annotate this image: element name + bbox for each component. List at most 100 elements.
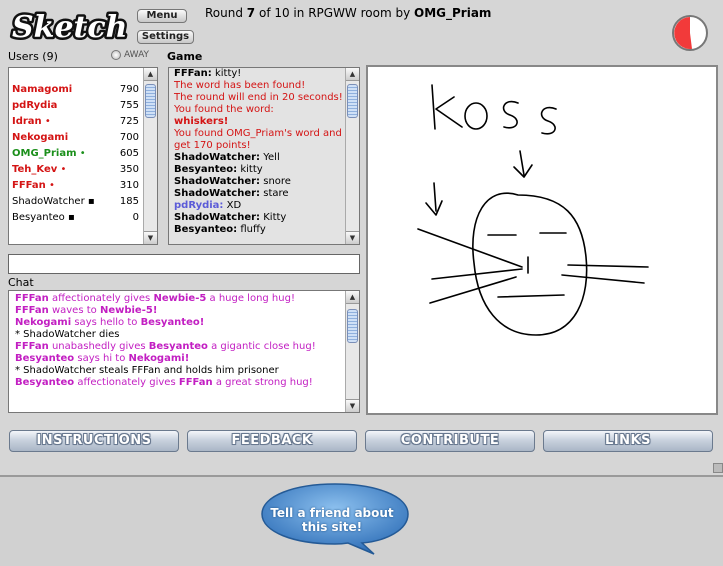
user-score: 700 — [119, 132, 139, 143]
chat-scrollbar[interactable]: ▲ ▼ — [345, 291, 359, 412]
chat-text: a great strong hug! — [212, 377, 313, 388]
chat-text: a huge long hug! — [206, 293, 295, 304]
message-nick: ShadoWatcher: — [174, 152, 261, 163]
message-text: kitty! — [211, 68, 242, 79]
chat-nick: Newbie-5! — [99, 305, 158, 316]
tell-a-friend-link[interactable]: Tell a friend about this site! — [264, 506, 400, 534]
users-list: Namagomi 790 pdRydia 755 Idran • 725 Nekogami 7… — [8, 67, 158, 245]
game-messages: FFFan: kitty! The word has been found! The… — [174, 68, 343, 236]
user-name: pdRydia — [12, 100, 58, 111]
chat-text: * ShadoWatcher steals FFFan and holds hi… — [15, 365, 279, 376]
drawn-stroke — [425, 200, 443, 216]
menu-button[interactable]: Menu — [137, 9, 187, 23]
drawn-stroke — [540, 106, 557, 135]
user-name: Idran — [12, 116, 42, 127]
message-text: You found the word: — [174, 104, 274, 115]
chat-text: says hi to — [74, 353, 129, 364]
scroll-down-icon[interactable]: ▼ — [346, 399, 359, 412]
drawn-stroke — [464, 102, 488, 130]
logo-text-fill: Sketch — [12, 10, 127, 45]
message-nick: Besyanteo: — [174, 164, 238, 175]
user-name: Nekogami — [12, 132, 69, 143]
user-row[interactable]: Nekogami 700 — [12, 130, 139, 146]
chat-message: * ShadoWatcher dies — [15, 329, 343, 341]
page-scroll-handle[interactable] — [713, 463, 723, 473]
game-label: Game — [167, 50, 203, 63]
users-scrollbar[interactable]: ▲ ▼ — [143, 68, 157, 244]
drawn-stroke — [433, 182, 437, 212]
message-text: snore — [260, 176, 291, 187]
message-nick: pdRydia: — [174, 200, 224, 211]
feedback-button[interactable]: FEEDBACK — [187, 430, 357, 452]
drawn-stroke — [561, 274, 645, 284]
user-row[interactable]: Namagomi 790 — [12, 82, 139, 98]
user-status-marker: • — [76, 148, 86, 159]
user-score: 185 — [119, 196, 139, 207]
users-label: Users (9) — [8, 50, 58, 63]
game-message: Besyanteo: kitty — [174, 164, 343, 176]
settings-button[interactable]: Settings — [137, 30, 194, 44]
message-text: whiskers! — [174, 116, 229, 127]
drawn-stroke — [472, 192, 588, 336]
drawn-stroke — [431, 84, 436, 130]
user-row[interactable]: FFFan • 310 — [12, 178, 139, 194]
message-nick: FFFan: — [174, 68, 212, 79]
contribute-button[interactable]: CONTRIBUTE — [365, 430, 535, 452]
chat-text: says hello to — [71, 317, 141, 328]
game-scrollbar[interactable]: ▲ ▼ — [345, 68, 359, 244]
scroll-thumb[interactable] — [347, 309, 358, 343]
links-button[interactable]: LINKS — [543, 430, 713, 452]
chat-text: a gigantic close hug! — [207, 341, 316, 352]
instructions-button[interactable]: INSTRUCTIONS — [9, 430, 179, 452]
away-radio-icon[interactable] — [111, 50, 121, 60]
message-text: Kitty — [260, 212, 287, 223]
scroll-thumb[interactable] — [347, 84, 358, 118]
user-row[interactable]: Besyanteo ▪ 0 — [12, 210, 139, 226]
scroll-thumb[interactable] — [145, 84, 156, 118]
scroll-up-icon[interactable]: ▲ — [144, 68, 157, 81]
round-prefix: Round — [205, 6, 247, 20]
game-message: pdRydia: XD — [174, 200, 343, 212]
user-name: ShadoWatcher — [12, 196, 85, 207]
chat-nick: Besyanteo — [15, 377, 75, 388]
scroll-down-icon[interactable]: ▼ — [144, 231, 157, 244]
away-toggle[interactable]: AWAY — [111, 50, 149, 60]
message-nick: ShadoWatcher: — [174, 212, 261, 223]
sketch-logo: Sketch Sketch — [8, 6, 130, 48]
chat-nick: Besyanteo! — [140, 317, 205, 328]
chat-text: waves to — [48, 305, 100, 316]
user-name: Namagomi — [12, 84, 73, 95]
user-row[interactable]: Idran • 725 — [12, 114, 139, 130]
user-status-marker: ▪ — [64, 212, 75, 223]
chat-nick: Nekogami — [15, 317, 72, 328]
room-owner: OMG_Priam — [414, 6, 492, 20]
chat-message: Besyanteo says hi to Nekogami! — [15, 353, 343, 365]
user-name: FFFan — [12, 180, 46, 191]
scroll-up-icon[interactable]: ▲ — [346, 291, 359, 304]
user-status-marker: ▪ — [84, 196, 95, 207]
user-row[interactable]: pdRydia 755 — [12, 98, 139, 114]
user-status-marker: • — [41, 116, 51, 127]
chat-text: affectionately gives — [48, 293, 154, 304]
message-nick: ShadoWatcher: — [174, 176, 261, 187]
game-message: You found OMG_Priam's word and get 170 p… — [174, 128, 343, 152]
drawn-stroke — [431, 268, 523, 280]
chat-input-box[interactable] — [8, 254, 360, 274]
chat-text: affectionately gives — [74, 377, 179, 388]
user-row[interactable]: Teh_Kev • 350 — [12, 162, 139, 178]
scroll-down-icon[interactable]: ▼ — [346, 231, 359, 244]
user-score: 605 — [119, 148, 139, 159]
user-row[interactable]: OMG_Priam • 605 — [12, 146, 139, 162]
chat-messages: FFFan affectionately gives Newbie-5 a hu… — [15, 293, 343, 389]
game-message: ShadoWatcher: Kitty — [174, 212, 343, 224]
chat-message: Besyanteo affectionately gives FFFan a g… — [15, 377, 343, 389]
drawing-canvas[interactable] — [366, 65, 718, 415]
chat-input[interactable] — [9, 255, 359, 273]
user-name: Teh_Kev — [12, 164, 58, 175]
user-score: 790 — [119, 84, 139, 95]
scroll-up-icon[interactable]: ▲ — [346, 68, 359, 81]
user-row[interactable]: ShadoWatcher ▪ 185 — [12, 194, 139, 210]
chat-text: unabashedly gives — [48, 341, 149, 352]
round-timer-icon — [670, 13, 710, 53]
chat-nick: Besyanteo — [148, 341, 208, 352]
